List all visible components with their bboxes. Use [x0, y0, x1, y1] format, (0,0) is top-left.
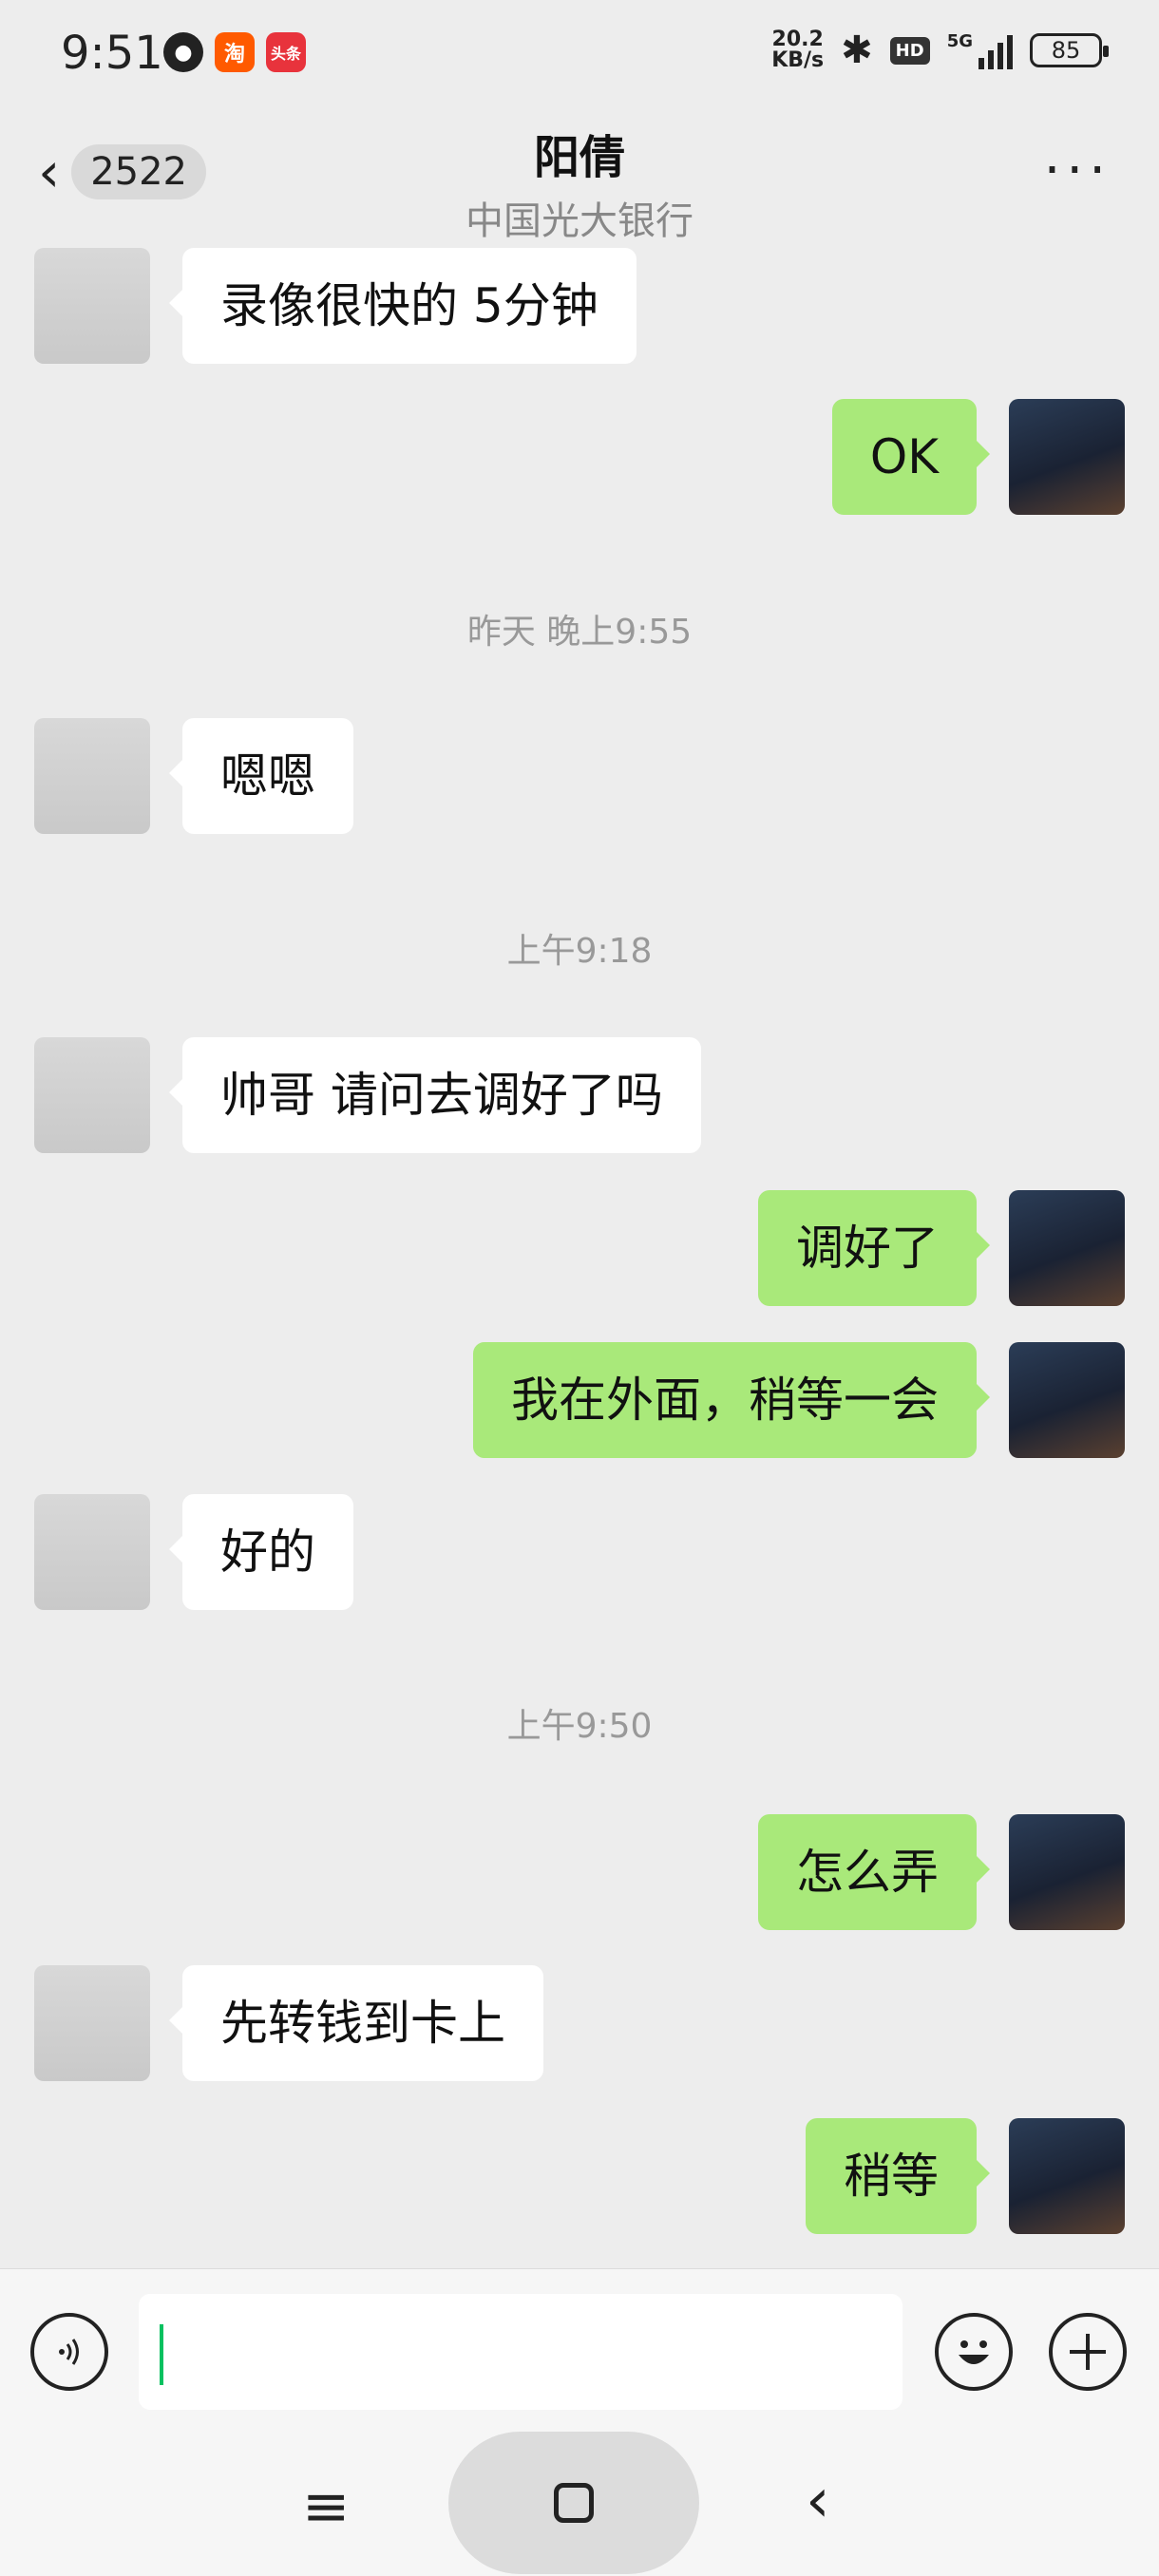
system-nav-bar: ≡ ‹ — [0, 2432, 1159, 2576]
hd-icon: HD — [889, 36, 930, 65]
contact-avatar[interactable] — [34, 1037, 150, 1153]
message-bubble[interactable]: 嗯嗯 — [169, 718, 353, 834]
home-icon — [554, 2483, 594, 2523]
input-bar — [0, 2268, 1159, 2433]
bluetooth-icon: ✱ — [841, 28, 873, 72]
message-row: 怎么弄 — [0, 1814, 1159, 1930]
message-row: 嗯嗯 — [0, 718, 1159, 834]
message-bubble[interactable]: 调好了 — [758, 1190, 990, 1306]
my-avatar[interactable] — [1009, 1190, 1125, 1306]
contact-avatar[interactable] — [34, 718, 150, 834]
notification-icons: ● 淘 头条 — [163, 32, 306, 72]
contact-avatar[interactable] — [34, 1965, 150, 2081]
message-row: 我在外面，稍等一会 — [0, 1342, 1159, 1458]
message-row: 先转钱到卡上 — [0, 1965, 1159, 2081]
chat-header: 阳倩 中国光大银行 ‹ 2522 ··· — [0, 114, 1159, 247]
message-row: OK — [0, 399, 1159, 515]
emoji-icon[interactable] — [935, 2313, 1013, 2391]
message-row: 调好了 — [0, 1190, 1159, 1306]
nav-back-icon[interactable]: ‹ — [806, 2466, 830, 2536]
message-row: 帅哥 请问去调好了吗 — [0, 1037, 1159, 1153]
timestamp: 上午9:18 — [506, 932, 653, 971]
unread-count-badge: 2522 — [71, 144, 206, 199]
plus-icon[interactable] — [1049, 2313, 1127, 2391]
message-bubble[interactable]: OK — [831, 399, 991, 515]
battery-icon: 85 — [1030, 33, 1109, 67]
my-avatar[interactable] — [1009, 2118, 1125, 2234]
toutiao-icon: 头条 — [266, 32, 306, 72]
message-bubble[interactable]: 稍等 — [806, 2118, 990, 2234]
message-bubble[interactable]: 先转钱到卡上 — [169, 1965, 543, 2081]
more-dots-icon[interactable]: ··· — [1044, 144, 1112, 198]
qq-icon: ● — [163, 32, 203, 72]
voice-icon[interactable] — [30, 2313, 108, 2391]
timestamp: 昨天 晚上9:55 — [466, 613, 693, 652]
status-time: 9:51 — [61, 27, 163, 80]
message-bubble[interactable]: 好的 — [169, 1494, 353, 1610]
signal-icon: 5G — [947, 31, 1013, 69]
menu-icon[interactable]: ≡ — [302, 2473, 350, 2540]
home-button[interactable] — [448, 2432, 699, 2574]
back-button[interactable]: ‹ 2522 — [38, 144, 206, 199]
status-bar: 9:51 ● 淘 头条 20.2 KB/s ✱ HD 5G 85 — [0, 0, 1159, 114]
message-bubble[interactable]: 我在外面，稍等一会 — [473, 1342, 990, 1458]
message-row: 录像很快的 5分钟 — [0, 248, 1159, 364]
message-row: 好的 — [0, 1494, 1159, 1610]
timestamp: 上午9:50 — [506, 1707, 653, 1746]
network-speed: 20.2 KB/s — [771, 28, 825, 72]
my-avatar[interactable] — [1009, 1814, 1125, 1930]
taobao-icon: 淘 — [215, 32, 255, 72]
message-input[interactable] — [139, 2294, 902, 2410]
text-cursor — [160, 2324, 163, 2385]
contact-avatar[interactable] — [34, 248, 150, 364]
message-row: 稍等 — [0, 2118, 1159, 2234]
my-avatar[interactable] — [1009, 399, 1125, 515]
back-chevron-icon: ‹ — [38, 140, 61, 204]
my-avatar[interactable] — [1009, 1342, 1125, 1458]
contact-avatar[interactable] — [34, 1494, 150, 1610]
message-bubble[interactable]: 录像很快的 5分钟 — [169, 248, 636, 364]
message-bubble[interactable]: 帅哥 请问去调好了吗 — [169, 1037, 701, 1153]
status-indicators: 20.2 KB/s ✱ HD 5G 85 — [771, 28, 1109, 72]
message-bubble[interactable]: 怎么弄 — [758, 1814, 990, 1930]
